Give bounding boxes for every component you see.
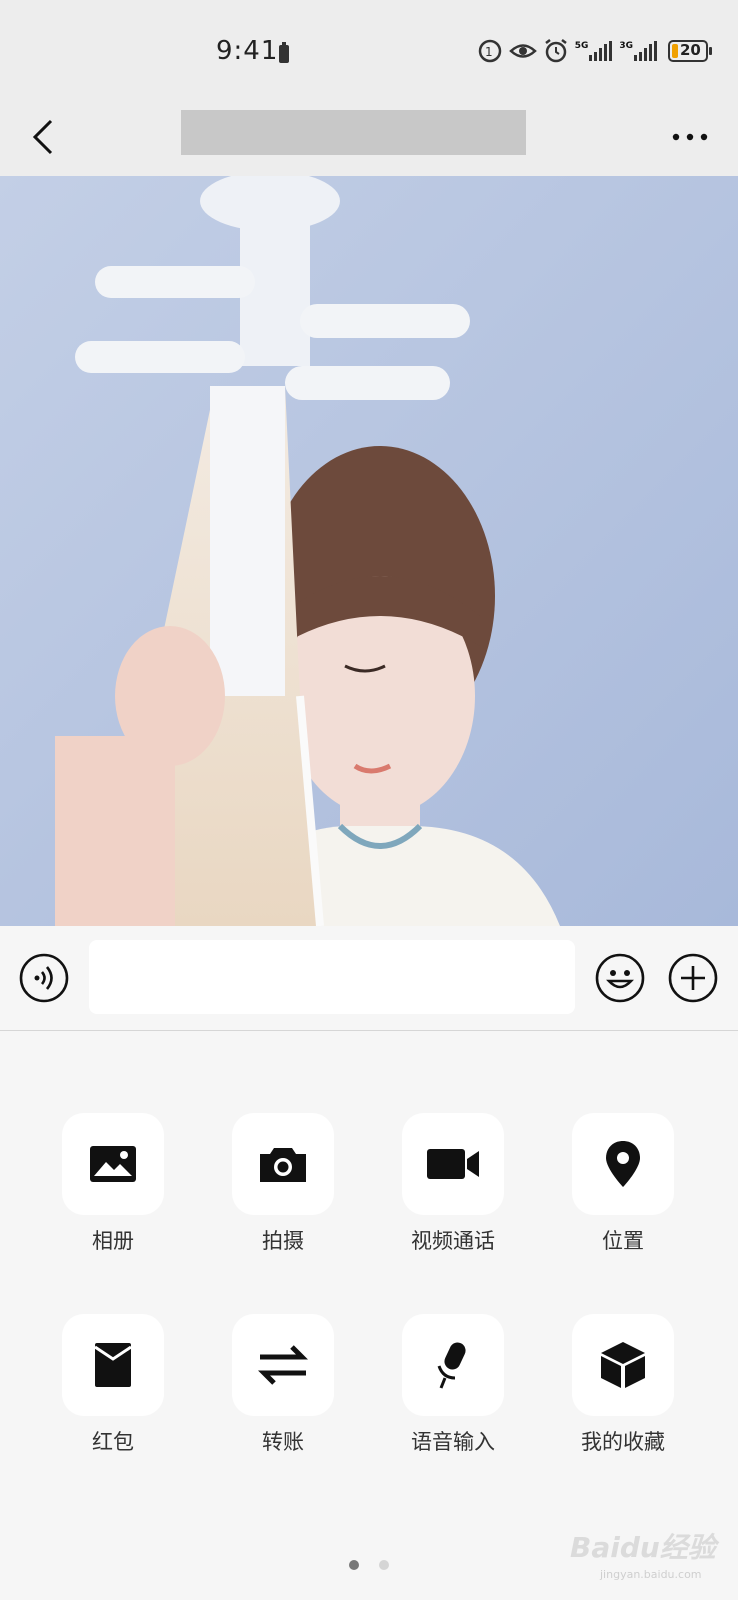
photo-album-icon bbox=[90, 1146, 136, 1182]
chevron-left-icon bbox=[32, 119, 53, 155]
favorites-box-icon bbox=[601, 1342, 645, 1388]
voice-input-button[interactable] bbox=[402, 1314, 504, 1416]
favorites-tile[interactable]: 我的收藏 bbox=[538, 1314, 708, 1454]
camera-icon bbox=[260, 1148, 306, 1182]
video-call-tile[interactable]: 视频通话 bbox=[368, 1113, 538, 1253]
baidu-watermark-url: jingyan.baidu.com bbox=[600, 1568, 702, 1581]
voice-input-tile[interactable]: 语音输入 bbox=[368, 1314, 538, 1454]
camera-label: 拍摄 bbox=[262, 1229, 304, 1253]
video-call-label: 视频通话 bbox=[411, 1229, 495, 1253]
back-button[interactable] bbox=[18, 112, 68, 162]
more-dots-icon bbox=[672, 133, 708, 141]
red-packet-button[interactable] bbox=[62, 1314, 164, 1416]
nav-bar bbox=[0, 100, 738, 176]
data-saver-icon: 1 bbox=[478, 39, 501, 63]
location-tile[interactable]: 位置 bbox=[538, 1113, 708, 1253]
status-bar: 9:41 1 5G 3G 20 bbox=[0, 0, 738, 100]
favorites-button[interactable] bbox=[572, 1314, 674, 1416]
album-label: 相册 bbox=[92, 1229, 134, 1253]
transfer-label: 转账 bbox=[262, 1430, 304, 1454]
transfer-button[interactable] bbox=[232, 1314, 334, 1416]
page-dot-2[interactable] bbox=[379, 1560, 389, 1570]
more-functions-button[interactable] bbox=[668, 953, 718, 1007]
camera-tile[interactable]: 拍摄 bbox=[198, 1113, 368, 1253]
voice-input-label: 语音输入 bbox=[411, 1430, 495, 1454]
alarm-icon bbox=[544, 39, 567, 63]
photo-illustration bbox=[0, 176, 738, 926]
emoji-button[interactable] bbox=[595, 953, 645, 1007]
location-label: 位置 bbox=[602, 1229, 644, 1253]
voice-icon bbox=[19, 953, 69, 1003]
voice-mode-button[interactable] bbox=[19, 953, 69, 1007]
svg-text:1: 1 bbox=[485, 45, 493, 59]
video-call-button[interactable] bbox=[402, 1113, 504, 1215]
battery-indicator: 20 bbox=[668, 40, 712, 62]
microphone-icon bbox=[437, 1342, 466, 1389]
chat-image-message[interactable] bbox=[0, 176, 738, 926]
signal-5g: 5G bbox=[575, 41, 614, 61]
message-input[interactable] bbox=[89, 940, 575, 1014]
red-packet-tile[interactable]: 红包 bbox=[28, 1314, 198, 1454]
signal-bars-icon bbox=[589, 41, 613, 61]
transfer-icon bbox=[258, 1345, 308, 1385]
more-options-button[interactable] bbox=[662, 112, 718, 162]
status-icons: 1 5G 3G 20 bbox=[477, 38, 712, 64]
page-dot-1[interactable] bbox=[349, 1560, 359, 1570]
camera-button[interactable] bbox=[232, 1113, 334, 1215]
battery-level: 20 bbox=[680, 41, 701, 59]
signal-3g: 3G bbox=[619, 41, 658, 61]
status-time: 9:41 bbox=[216, 36, 279, 66]
red-packet-label: 红包 bbox=[92, 1430, 134, 1454]
transfer-tile[interactable]: 转账 bbox=[198, 1314, 368, 1454]
redacted-chat-title bbox=[181, 110, 526, 155]
baidu-watermark: Baidu经验 bbox=[570, 1531, 716, 1564]
red-packet-icon bbox=[94, 1343, 132, 1387]
location-button[interactable] bbox=[572, 1113, 674, 1215]
video-call-icon bbox=[427, 1149, 479, 1179]
album-tile[interactable]: 相册 bbox=[28, 1113, 198, 1253]
favorites-label: 我的收藏 bbox=[581, 1430, 665, 1454]
battery-saver-icon bbox=[279, 42, 289, 63]
album-button[interactable] bbox=[62, 1113, 164, 1215]
smiley-icon bbox=[595, 953, 645, 1003]
signal-bars-icon bbox=[634, 41, 657, 61]
eye-icon bbox=[508, 44, 537, 58]
plus-circle-icon bbox=[668, 953, 718, 1003]
location-pin-icon bbox=[606, 1141, 640, 1187]
